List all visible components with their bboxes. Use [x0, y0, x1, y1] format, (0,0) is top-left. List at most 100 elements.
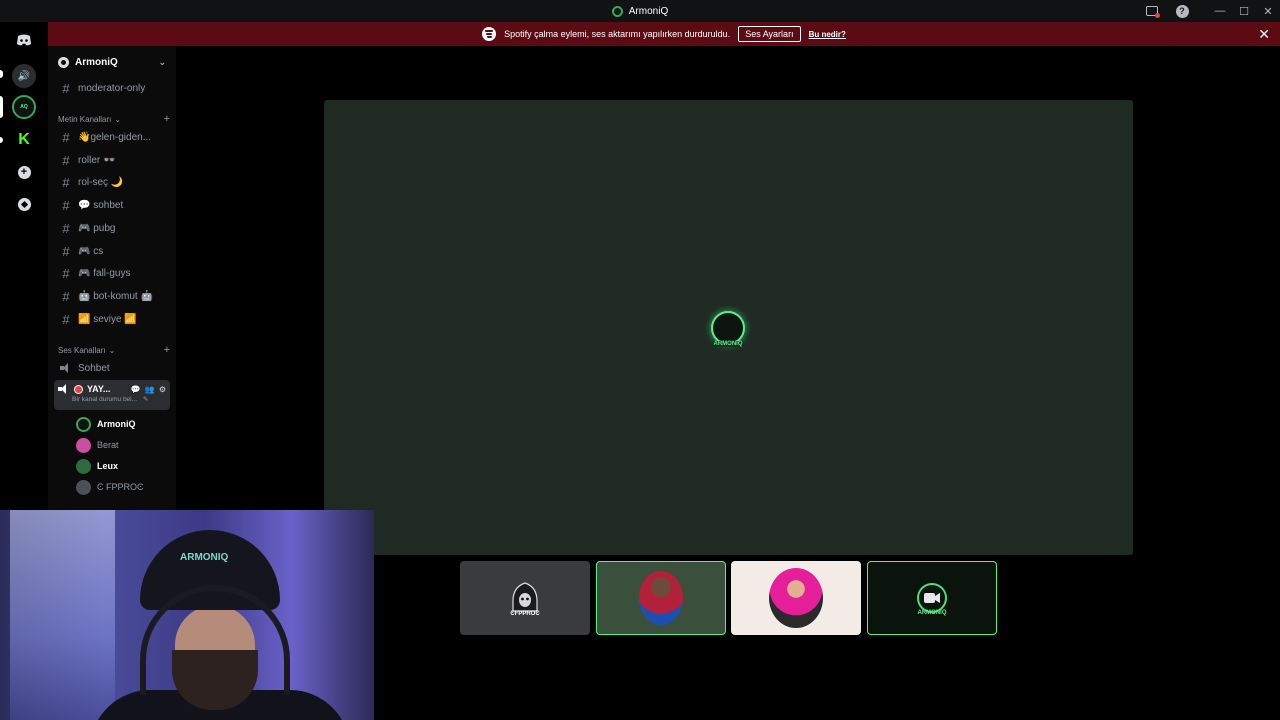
close-window-button[interactable]: ✕ — [1256, 0, 1280, 22]
avatar — [76, 416, 91, 432]
server-header[interactable]: ArmoniQ ⌄ — [48, 46, 176, 78]
maximize-button[interactable]: ☐ — [1232, 0, 1256, 22]
help-icon: ? — [1175, 4, 1189, 18]
minimize-button[interactable]: — — [1208, 0, 1232, 22]
active-server-pill — [0, 96, 3, 118]
channel-seviye[interactable]: # 📶 seviye 📶 — [56, 309, 172, 329]
what-is-this-link[interactable]: Bu nedir? — [809, 30, 846, 39]
speaker-icon — [60, 363, 72, 373]
server-name: ArmoniQ — [75, 56, 118, 68]
channel-pubg[interactable]: # 🎮 pubg — [56, 218, 172, 238]
gear-icon[interactable]: ⚙ — [159, 385, 166, 394]
channel-label: 🤖 bot-komut 🤖 — [78, 290, 153, 302]
channel-label: 🎮 fall-guys — [78, 267, 131, 279]
server-icon-kick[interactable]: K — [12, 128, 36, 152]
help-button[interactable]: ? — [1170, 0, 1194, 22]
avatar — [76, 479, 91, 495]
channel-cs[interactable]: # 🎮 cs — [56, 241, 172, 261]
voice-user-name: Berat — [97, 440, 119, 450]
tile-label: ϾFPPROϾ — [510, 611, 540, 617]
voice-user-armoniq[interactable]: ArmoniQ — [76, 415, 136, 433]
spotify-icon — [482, 27, 497, 41]
channel-label: 🎮 cs — [78, 245, 104, 257]
channel-label: Sohbet — [78, 362, 110, 374]
participant-tile-leux[interactable] — [596, 561, 726, 635]
live-dot-icon — [74, 384, 83, 394]
tile-label: ARMONIQ — [917, 610, 947, 616]
invite-icon[interactable]: 👥 — [145, 385, 155, 394]
speaker-icon — [58, 384, 70, 394]
channel-moderator-only[interactable]: # moderator-only — [56, 78, 172, 98]
avatar — [76, 437, 91, 453]
pencil-icon[interactable]: ✎ — [143, 396, 148, 403]
participant-tile-fpproc[interactable]: ϾFPPROϾ — [460, 561, 590, 635]
server-badge-icon — [58, 56, 69, 68]
channel-label: 🎮 pubg — [78, 222, 116, 234]
voice-user-berat[interactable]: Berat — [76, 436, 119, 454]
add-channel-icon[interactable]: + — [164, 113, 170, 125]
channel-rol-sec[interactable]: # rol-seç 🌙 — [56, 172, 172, 192]
add-server-button[interactable]: + — [12, 160, 36, 184]
avatar — [769, 568, 823, 628]
channel-gelen-giden[interactable]: # 👋gelen-giden... — [56, 127, 172, 147]
voice-user-leux[interactable]: Leux — [76, 457, 118, 475]
channel-label: moderator-only — [78, 82, 146, 94]
window-controls: ? — ☐ ✕ — [1140, 0, 1280, 22]
hash-icon: # — [62, 220, 70, 236]
compass-icon — [17, 197, 31, 211]
title-bar: ArmoniQ ? — ☐ ✕ — [0, 0, 1280, 22]
discord-home-button[interactable] — [12, 28, 36, 52]
webcam-background-window — [10, 510, 115, 720]
hash-icon: # — [62, 174, 70, 190]
channel-label: rol-seç 🌙 — [78, 176, 124, 188]
participant-tile-berat[interactable] — [731, 561, 861, 635]
hash-icon: # — [62, 80, 70, 96]
hooded-skull-icon — [512, 582, 538, 612]
channel-label: 💬 sohbet — [78, 199, 124, 211]
audio-settings-button[interactable]: Ses Ayarları — [738, 26, 801, 42]
armoniq-logo-icon — [611, 5, 623, 17]
main-speaker-avatar: ARMONIQ — [711, 311, 745, 347]
close-banner-button[interactable]: ✕ — [1258, 26, 1270, 42]
main-avatar-label: ARMONIQ — [712, 341, 744, 347]
channel-fall-guys[interactable]: # 🎮 fall-guys — [56, 263, 172, 283]
channel-sohbet[interactable]: # 💬 sohbet — [56, 195, 172, 215]
discord-icon — [17, 34, 31, 46]
chat-icon[interactable]: 💬 — [131, 385, 141, 394]
hash-icon: # — [62, 152, 70, 168]
armoniq-server-icon: AQ — [20, 104, 28, 110]
server-icon-armoniq[interactable]: AQ — [12, 95, 36, 119]
voice-channel-sohbet[interactable]: Sohbet — [56, 358, 172, 378]
camera-icon — [917, 583, 947, 613]
voice-user-name: ArmoniQ — [97, 419, 136, 429]
window-title: ArmoniQ — [611, 5, 669, 17]
main-video-tile[interactable]: ARMONIQ — [324, 100, 1133, 555]
plus-circle-icon: + — [17, 165, 31, 179]
participant-tile-armoniq[interactable]: ARMONIQ — [867, 561, 997, 635]
window-title-text: ArmoniQ — [628, 5, 669, 17]
voice-channels-category[interactable]: Ses Kanalları ⌄ + — [58, 344, 170, 356]
active-channel-name: YAY... — [87, 384, 111, 394]
explore-button[interactable] — [12, 192, 36, 216]
text-channels-category[interactable]: Metin Kanalları ⌄ + — [58, 113, 170, 125]
inbox-button[interactable] — [1140, 0, 1164, 22]
cap-logo: ARMONIQ — [180, 552, 229, 563]
active-voice-channel[interactable]: YAY... 💬 👥 ⚙ Bir kanal durumu bel... ✎ — [54, 380, 170, 410]
avatar — [76, 458, 91, 474]
chevron-down-icon: ⌄ — [108, 345, 116, 355]
channel-roller[interactable]: # roller 👓 — [56, 150, 172, 170]
hash-icon: # — [62, 288, 70, 304]
speaker-server-icon: 🔊 — [17, 70, 31, 82]
channel-bot-komut[interactable]: # 🤖 bot-komut 🤖 — [56, 286, 172, 306]
server-icon-1[interactable]: 🔊 — [12, 64, 36, 88]
channel-label: 👋gelen-giden... — [78, 131, 152, 143]
channel-label: 📶 seviye 📶 — [78, 313, 137, 325]
server-pill-indicator-2 — [0, 137, 3, 143]
hash-icon: # — [62, 311, 70, 327]
category-label: Ses Kanalları — [58, 345, 106, 355]
voice-user-fpproc[interactable]: Ͼ FPPROϾ — [76, 478, 144, 496]
hash-icon: # — [62, 129, 70, 145]
hash-icon: # — [62, 243, 70, 259]
add-channel-icon[interactable]: + — [164, 344, 170, 356]
banner-message: Spotify çalma eylemi, ses aktarımı yapıl… — [504, 29, 731, 39]
